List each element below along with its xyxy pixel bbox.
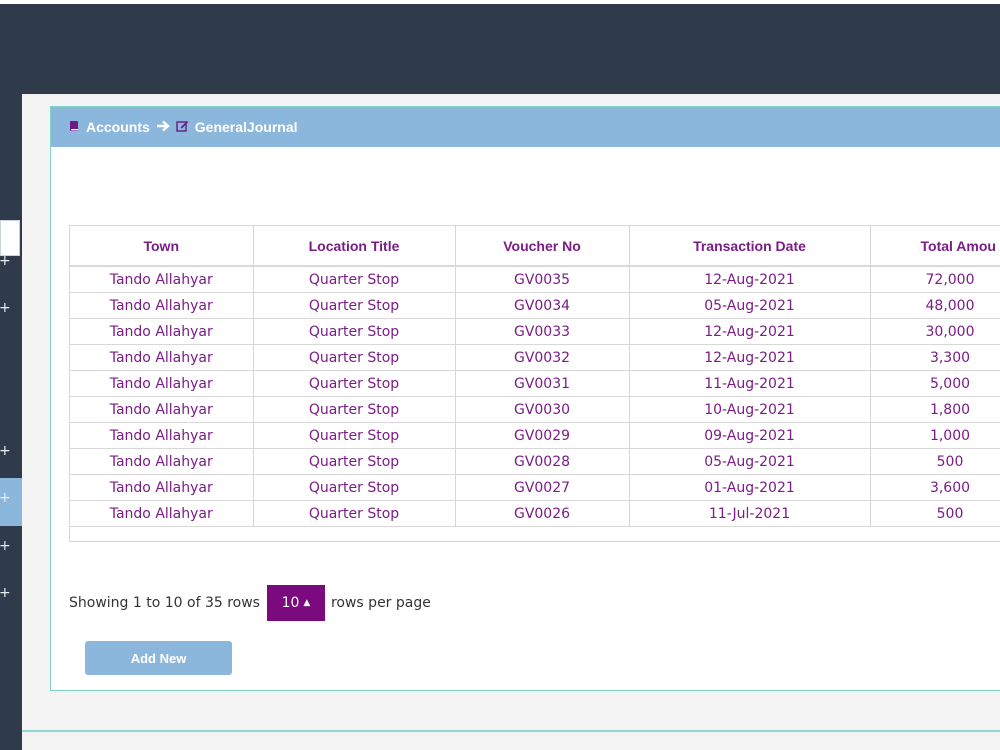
cell-total-amount: 1,800 — [870, 396, 1000, 423]
table-row[interactable]: Tando Allahyar Quarter Stop GV0032 12-Au… — [70, 344, 1000, 371]
table-row[interactable]: Tando Allahyar Quarter Stop GV0028 05-Au… — [70, 448, 1000, 475]
edit-icon — [176, 120, 189, 135]
cell-voucher-no: GV0031 — [455, 370, 630, 397]
sidebar-search-input[interactable] — [0, 220, 20, 256]
cell-transaction-date: 12-Aug-2021 — [629, 318, 871, 345]
plus-icon[interactable]: + — [0, 491, 11, 505]
cell-voucher-no: GV0033 — [455, 318, 630, 345]
cell-location-title: Quarter Stop — [253, 500, 456, 527]
cell-location-title: Quarter Stop — [253, 396, 456, 423]
cell-total-amount: 3,300 — [870, 344, 1000, 371]
table-row[interactable]: Tando Allahyar Quarter Stop GV0027 01-Au… — [70, 474, 1000, 501]
cell-location-title: Quarter Stop — [253, 292, 456, 319]
cell-total-amount: 3,600 — [870, 474, 1000, 501]
cell-location-title: Quarter Stop — [253, 448, 456, 475]
cell-total-amount: 5,000 — [870, 370, 1000, 397]
cell-transaction-date: 01-Aug-2021 — [629, 474, 871, 501]
cell-voucher-no: GV0029 — [455, 422, 630, 449]
book-icon — [68, 120, 80, 135]
plus-icon[interactable]: + — [0, 586, 11, 600]
cell-town: Tando Allahyar — [70, 422, 254, 449]
column-header-town[interactable]: Town — [70, 226, 254, 267]
plus-icon[interactable]: + — [0, 254, 11, 268]
cell-transaction-date: 12-Aug-2021 — [629, 344, 871, 371]
pagination-info: Showing 1 to 10 of 35 rows — [69, 595, 260, 611]
cell-transaction-date: 10-Aug-2021 — [629, 396, 871, 423]
cell-total-amount: 500 — [870, 500, 1000, 527]
column-header-voucher-no[interactable]: Voucher No — [455, 226, 630, 267]
pagination: Showing 1 to 10 of 35 rows 10 ▲ rows per… — [69, 585, 431, 621]
cell-voucher-no: GV0028 — [455, 448, 630, 475]
cell-location-title: Quarter Stop — [253, 318, 456, 345]
page-size-value: 10 — [281, 595, 300, 611]
table-row[interactable]: Tando Allahyar Quarter Stop GV0030 10-Au… — [70, 396, 1000, 423]
cell-total-amount: 1,000 — [870, 422, 1000, 449]
cell-location-title: Quarter Stop — [253, 266, 456, 293]
table-row[interactable]: Tando Allahyar Quarter Stop GV0035 12-Au… — [70, 266, 1000, 293]
column-header-location-title[interactable]: Location Title — [253, 226, 456, 267]
cell-voucher-no: GV0032 — [455, 344, 630, 371]
cell-total-amount: 48,000 — [870, 292, 1000, 319]
cell-location-title: Quarter Stop — [253, 370, 456, 397]
table-header-row: Town Location Title Voucher No Transacti… — [70, 226, 1000, 267]
cell-location-title: Quarter Stop — [253, 344, 456, 371]
cell-location-title: Quarter Stop — [253, 474, 456, 501]
plus-icon[interactable]: + — [0, 301, 11, 315]
cell-town: Tando Allahyar — [70, 318, 254, 345]
journal-table: Town Location Title Voucher No Transacti… — [69, 225, 1000, 542]
cell-total-amount: 30,000 — [870, 318, 1000, 345]
cell-transaction-date: 09-Aug-2021 — [629, 422, 871, 449]
cell-total-amount: 500 — [870, 448, 1000, 475]
sidebar — [0, 94, 22, 750]
cell-transaction-date: 11-Jul-2021 — [629, 500, 871, 527]
cell-town: Tando Allahyar — [70, 396, 254, 423]
column-header-transaction-date[interactable]: Transaction Date — [629, 226, 871, 267]
cell-town: Tando Allahyar — [70, 344, 254, 371]
cell-voucher-no: GV0026 — [455, 500, 630, 527]
cell-total-amount: 72,000 — [870, 266, 1000, 293]
cell-town: Tando Allahyar — [70, 474, 254, 501]
arrow-right-icon — [156, 119, 170, 136]
caret-up-icon: ▲ — [303, 598, 311, 608]
table-row[interactable]: Tando Allahyar Quarter Stop GV0034 05-Au… — [70, 292, 1000, 319]
cell-voucher-no: GV0027 — [455, 474, 630, 501]
cell-voucher-no: GV0030 — [455, 396, 630, 423]
cell-town: Tando Allahyar — [70, 448, 254, 475]
cell-transaction-date: 12-Aug-2021 — [629, 266, 871, 293]
cell-town: Tando Allahyar — [70, 292, 254, 319]
table-row[interactable]: Tando Allahyar Quarter Stop GV0033 12-Au… — [70, 318, 1000, 345]
cell-voucher-no: GV0034 — [455, 292, 630, 319]
cell-transaction-date: 05-Aug-2021 — [629, 292, 871, 319]
plus-icon[interactable]: + — [0, 444, 11, 458]
top-navbar — [0, 4, 1000, 94]
cell-town: Tando Allahyar — [70, 266, 254, 293]
cell-transaction-date: 05-Aug-2021 — [629, 448, 871, 475]
page-size-dropdown[interactable]: 10 ▲ — [266, 585, 325, 621]
add-new-button[interactable]: Add New — [85, 641, 232, 675]
breadcrumb: Accounts GeneralJournal — [51, 107, 1000, 147]
cell-location-title: Quarter Stop — [253, 422, 456, 449]
table-row[interactable]: Tando Allahyar Quarter Stop GV0031 11-Au… — [70, 370, 1000, 397]
rows-per-page-label: rows per page — [330, 595, 431, 611]
plus-icon[interactable]: + — [0, 539, 11, 553]
breadcrumb-current: GeneralJournal — [194, 119, 298, 135]
cell-town: Tando Allahyar — [70, 370, 254, 397]
cell-transaction-date: 11-Aug-2021 — [629, 370, 871, 397]
general-journal-panel: Accounts GeneralJournal Town Location Ti… — [50, 106, 1000, 691]
cell-town: Tando Allahyar — [70, 500, 254, 527]
breadcrumb-accounts[interactable]: Accounts — [86, 119, 150, 135]
cell-voucher-no: GV0035 — [455, 266, 630, 293]
table-row[interactable]: Tando Allahyar Quarter Stop GV0029 09-Au… — [70, 422, 1000, 449]
table-row[interactable]: Tando Allahyar Quarter Stop GV0026 11-Ju… — [70, 500, 1000, 527]
column-header-total-amount[interactable]: Total Amou — [870, 226, 1000, 267]
